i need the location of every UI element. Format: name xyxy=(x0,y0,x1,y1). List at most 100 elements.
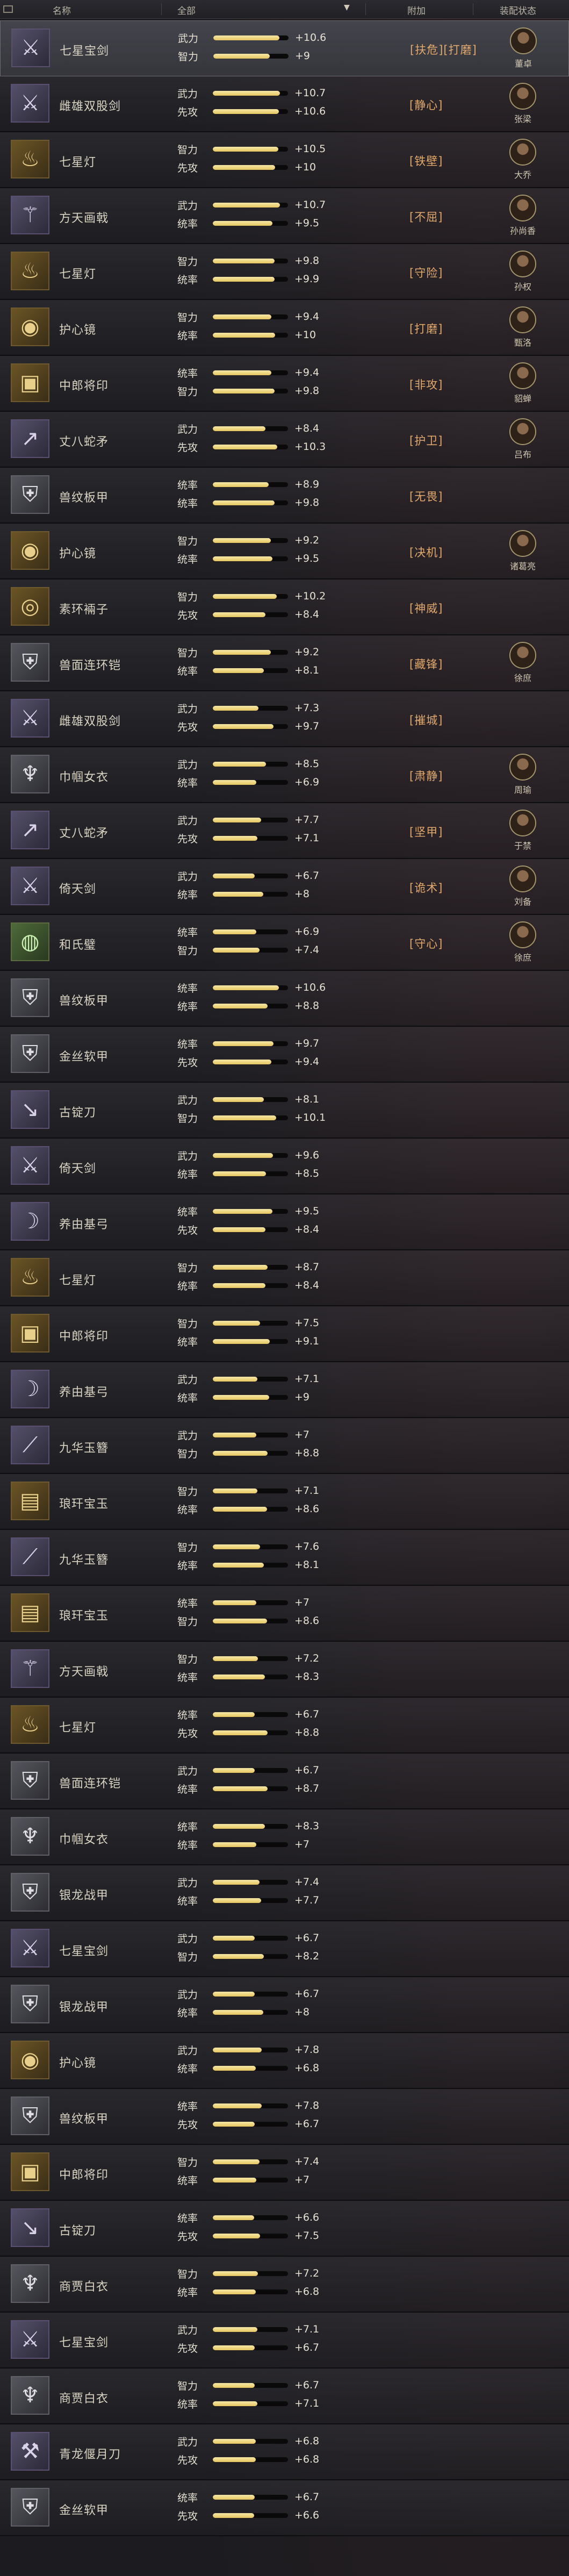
equipment-row[interactable]: ♨ 七星灯 智力 +10.5 先攻 +10 [铁壁] 大乔 xyxy=(0,132,569,188)
stat-bar xyxy=(213,1768,288,1773)
stat-line: 武力 +6.7 xyxy=(177,1764,332,1777)
equipment-row[interactable]: ⛨ 兽面连环铠 武力 +6.7 统率 +8.7 xyxy=(0,1754,569,1809)
stat-label: 武力 xyxy=(178,32,199,45)
equipped-general[interactable]: 甄洛 xyxy=(502,306,543,348)
equipment-row[interactable]: ◍ 和氏璧 统率 +6.9 智力 +7.4 [守心] 徐庶 xyxy=(0,915,569,971)
equipment-row[interactable]: ♨ 七星灯 统率 +6.7 先攻 +8.8 xyxy=(0,1698,569,1754)
equipment-row[interactable]: ⛨ 兽纹板甲 统率 +10.6 统率 +8.8 xyxy=(0,971,569,1027)
stat-bar-fill xyxy=(213,332,276,338)
stat-value: +7.1 xyxy=(294,1373,320,1385)
stat-value: +7.1 xyxy=(294,832,320,844)
equipment-row[interactable]: ↗ 丈八蛇矛 武力 +7.7 先攻 +7.1 [坚甲] 于禁 xyxy=(0,803,569,859)
stat-bar xyxy=(213,426,288,431)
stat-bar-fill xyxy=(213,1394,269,1400)
equipped-general[interactable]: 刘备 xyxy=(502,865,543,907)
stat-bar-fill xyxy=(213,2382,255,2388)
extra-column-header[interactable]: 附加 xyxy=(407,3,426,17)
equipment-row[interactable]: ♨ 七星灯 智力 +8.7 统率 +8.4 xyxy=(0,1250,569,1306)
stat-bar-fill xyxy=(213,1544,261,1549)
status-column-header[interactable]: 装配状态 xyxy=(500,3,536,17)
equipment-name: 护心镜 xyxy=(59,2057,97,2070)
equipment-row[interactable]: ▤ 琅玕宝玉 智力 +7.1 统率 +8.6 xyxy=(0,1474,569,1530)
stat-bar-fill xyxy=(213,146,278,152)
equipped-general[interactable]: 大乔 xyxy=(502,139,543,181)
equipment-row[interactable]: ⚔ 雌雄双股剑 武力 +10.7 先攻 +10.6 [静心] 张梁 xyxy=(0,76,569,132)
equipped-general[interactable]: 张梁 xyxy=(502,83,543,125)
equipment-row[interactable]: ⟋ 九华玉簪 智力 +7.6 统率 +8.1 xyxy=(0,1530,569,1586)
equipment-row[interactable]: ⛨ 银龙战甲 武力 +7.4 统率 +7.7 xyxy=(0,1865,569,1921)
equipment-row[interactable]: ⛨ 兽纹板甲 统率 +8.9 统率 +9.8 [无畏] xyxy=(0,468,569,524)
menu-icon[interactable] xyxy=(0,0,16,18)
equipment-row[interactable]: ⚔ 倚天剑 武力 +6.7 统率 +8 [诡术] 刘备 xyxy=(0,859,569,915)
lamp-icon: ♨ xyxy=(20,147,40,171)
equipment-row[interactable]: ☽ 养由基弓 武力 +7.1 统率 +9 xyxy=(0,1362,569,1418)
equipment-row[interactable]: ⟋ 九华玉簪 武力 +7 智力 +8.8 xyxy=(0,1418,569,1474)
stat-value: +8.4 xyxy=(294,609,320,620)
stat-bar-fill xyxy=(213,705,259,711)
name-column-header[interactable]: 名称 xyxy=(53,3,71,17)
equipment-row[interactable]: ⚔ 七星宝剑 武力 +7.1 先攻 +6.7 xyxy=(0,2313,569,2369)
equipment-row[interactable]: ▣ 中郎将印 智力 +7.4 统率 +7 xyxy=(0,2145,569,2201)
stat-label: 先攻 xyxy=(177,2342,198,2355)
equipment-row[interactable]: ☽ 养由基弓 统率 +9.5 先攻 +8.4 xyxy=(0,1194,569,1250)
stat-line: 统率 +8.7 xyxy=(177,1783,332,1795)
equipment-row[interactable]: ♨ 七星灯 智力 +9.8 统率 +9.9 [守险] 孙权 xyxy=(0,244,569,300)
equipped-general[interactable]: 诸葛亮 xyxy=(502,530,543,572)
stat-line: 先攻 +8.4 xyxy=(177,609,332,621)
equipment-row[interactable]: ♆ 巾帼女衣 武力 +8.5 统率 +6.9 [肃静] 周瑜 xyxy=(0,747,569,803)
equipment-row[interactable]: ◎ 素环裲子 智力 +10.2 先攻 +8.4 [神威] xyxy=(0,579,569,635)
equipment-row[interactable]: ⛨ 银龙战甲 武力 +6.7 统率 +8 xyxy=(0,1977,569,2033)
equipped-general[interactable]: 徐庶 xyxy=(502,921,543,963)
equipment-row[interactable]: ⚔ 七星宝剑 武力 +10.6 智力 +9 [扶危][打磨] 董卓 xyxy=(0,20,569,76)
equipment-row[interactable]: ↗ 丈八蛇矛 武力 +8.4 先攻 +10.3 [护卫] 吕布 xyxy=(0,412,569,468)
stat-value: +6.7 xyxy=(294,2118,320,2130)
equipped-general[interactable]: 周瑜 xyxy=(502,754,543,796)
stat-label: 统率 xyxy=(177,1336,198,1348)
equipment-row[interactable]: ⚚ 方天画戟 武力 +10.7 统率 +9.5 [不屈] 孙尚香 xyxy=(0,188,569,244)
equipped-general[interactable]: 貂蝉 xyxy=(502,362,543,404)
equipment-row[interactable]: ⚒ 青龙偃月刀 武力 +6.8 先攻 +6.8 xyxy=(0,2424,569,2480)
equipment-list: ⚔ 七星宝剑 武力 +10.6 智力 +9 [扶危][打磨] 董卓 ⚔ 雌雄双股… xyxy=(0,20,569,2536)
stat-bar xyxy=(213,2345,288,2350)
equipment-row[interactable]: ▣ 中郎将印 智力 +7.5 统率 +9.1 xyxy=(0,1306,569,1362)
equipment-row[interactable]: ⚔ 雌雄双股剑 武力 +7.3 先攻 +9.7 [摧城] xyxy=(0,691,569,747)
filter-dropdown[interactable]: 全部 ▼ xyxy=(177,3,350,17)
stat-label: 武力 xyxy=(177,88,198,100)
equipment-row[interactable]: ⛨ 金丝软甲 统率 +9.7 先攻 +9.4 xyxy=(0,1027,569,1083)
stat-label: 统率 xyxy=(177,1280,198,1292)
extra-tag: [守心] xyxy=(409,938,443,950)
equipment-row[interactable]: ▣ 中郎将印 统率 +9.4 智力 +9.8 [非攻] 貂蝉 xyxy=(0,356,569,412)
equipment-row[interactable]: ◉ 护心镜 武力 +7.8 统率 +6.8 xyxy=(0,2033,569,2089)
equipped-general[interactable]: 于禁 xyxy=(502,810,543,851)
equipment-row[interactable]: ↘ 古锭刀 武力 +8.1 智力 +10.1 xyxy=(0,1083,569,1139)
equipped-general[interactable]: 董卓 xyxy=(503,27,544,69)
equipment-row[interactable]: ⚔ 七星宝剑 武力 +6.7 智力 +8.2 xyxy=(0,1921,569,1977)
stat-bar-fill xyxy=(213,1618,267,1623)
equipment-row[interactable]: ⚔ 倚天剑 武力 +9.6 统率 +8.5 xyxy=(0,1139,569,1194)
extra-tag: [肃静] xyxy=(409,770,443,783)
equipped-general[interactable]: 孙尚香 xyxy=(502,195,543,237)
general-avatar xyxy=(509,865,536,892)
equipment-row[interactable]: ▤ 琅玕宝玉 统率 +7 智力 +8.6 xyxy=(0,1586,569,1642)
equipment-row[interactable]: ◉ 护心镜 智力 +9.2 统率 +9.5 [决机] 诸葛亮 xyxy=(0,524,569,579)
stat-label: 统率 xyxy=(177,1783,198,1795)
equipped-general[interactable]: 徐庶 xyxy=(502,642,543,684)
stat-bar-fill xyxy=(213,873,255,878)
equipment-row[interactable]: ⛨ 金丝软甲 统率 +6.7 先攻 +6.6 xyxy=(0,2480,569,2536)
equipment-row[interactable]: ⛨ 兽纹板甲 统率 +7.8 先攻 +6.7 xyxy=(0,2089,569,2145)
equipment-row[interactable]: ♆ 商贾白衣 智力 +7.2 统率 +6.8 xyxy=(0,2257,569,2313)
equipment-thumbnail: ↗ xyxy=(11,419,49,458)
stat-line: 智力 +10.5 xyxy=(177,143,332,156)
equipment-row[interactable]: ♆ 巾帼女衣 统率 +8.3 统率 +7 xyxy=(0,1809,569,1865)
equipment-row[interactable]: ↘ 古锭刀 统率 +6.6 先攻 +7.5 xyxy=(0,2201,569,2257)
equipped-general[interactable]: 吕布 xyxy=(502,418,543,460)
equipment-row[interactable]: ⛨ 兽面连环铠 智力 +9.2 统率 +8.1 [藏锋] 徐庶 xyxy=(0,635,569,691)
stat-value: +7.6 xyxy=(294,1541,320,1552)
general-avatar xyxy=(509,921,536,948)
equipment-row[interactable]: ⚚ 方天画戟 智力 +7.2 统率 +8.3 xyxy=(0,1642,569,1698)
equipment-name: 青龙偃月刀 xyxy=(59,2448,121,2461)
equipment-row[interactable]: ◉ 护心镜 智力 +9.4 统率 +10 [打磨] 甄洛 xyxy=(0,300,569,356)
general-name: 貂蝉 xyxy=(514,393,531,404)
equipped-general[interactable]: 孙权 xyxy=(502,251,543,292)
equipment-row[interactable]: ♆ 商贾白衣 智力 +6.7 统率 +7.1 xyxy=(0,2369,569,2424)
